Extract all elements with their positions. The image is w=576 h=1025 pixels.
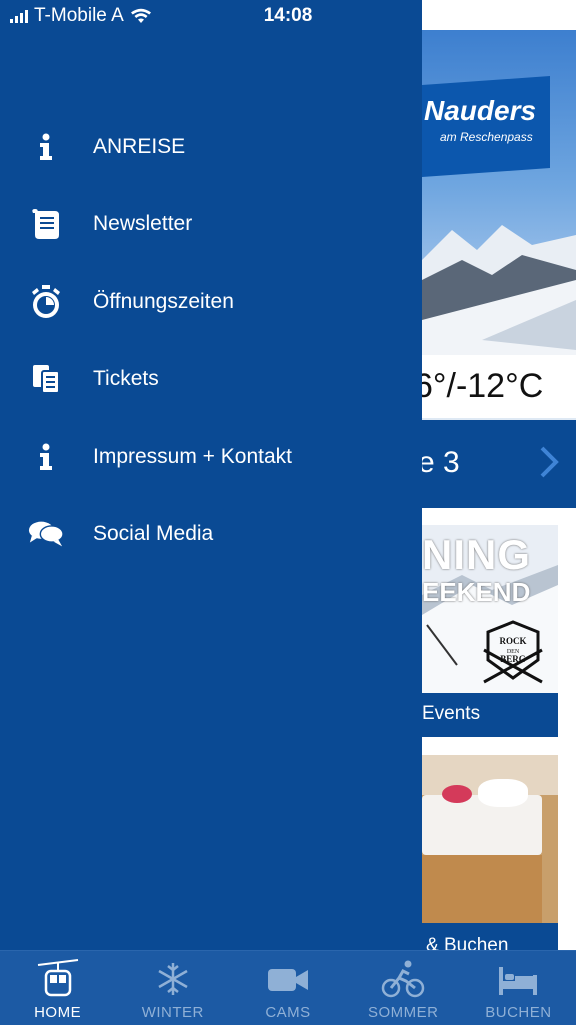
logo-subtitle: am Reschenpass <box>440 130 533 144</box>
svg-text:BERG: BERG <box>500 654 526 664</box>
bed-icon <box>499 967 538 995</box>
gondola-icon <box>37 959 78 997</box>
svg-text:ROCK: ROCK <box>500 636 527 646</box>
chevron-right-icon <box>540 446 559 478</box>
weather-box: 6°/-12°C <box>422 355 576 418</box>
events-caption-bar[interactable]: Events <box>422 693 558 737</box>
battery-percent: 96 % <box>476 5 520 26</box>
snowflake-icon <box>158 963 188 995</box>
tab-label-buchen: BUCHEN <box>485 1004 552 1021</box>
tab-bar: HOME WINTER CAMS SOMMER BUCHEN <box>0 950 576 1025</box>
info-row[interactable]: e 3 <box>422 420 576 508</box>
events-caption: Events <box>422 703 481 724</box>
logo-name: Nauders <box>424 95 537 126</box>
menu-item-newsletter[interactable]: Newsletter <box>0 186 422 264</box>
status-bar: T-Mobile A 14:08 96 % <box>0 0 576 32</box>
menu-label-anreise: ANREISE <box>93 134 186 158</box>
menu-item-tickets[interactable]: Tickets <box>0 341 422 419</box>
menu-item-anreise[interactable]: ANREISE <box>0 108 422 186</box>
chat-bubbles-icon <box>28 516 64 552</box>
stopwatch-icon <box>28 284 64 320</box>
menu-label-tickets: Tickets <box>93 367 159 391</box>
event-card-image[interactable]: NING EEKEND ROCK DEN BERG <box>422 525 558 693</box>
bed-image <box>422 795 542 855</box>
pillow-red <box>442 785 472 803</box>
pillow-white <box>478 779 528 807</box>
menu-list: ANREISE Newsletter Öffnungszeiten Ticket… <box>0 108 422 573</box>
menu-item-impressum-kontakt[interactable]: Impressum + Kontakt <box>0 418 422 496</box>
status-right: 96 % <box>429 5 569 27</box>
event-title-line2: EEKEND <box>422 577 531 607</box>
tab-label-sommer: SOMMER <box>367 1004 439 1021</box>
booking-caption-bar[interactable]: & Buchen <box>422 923 558 950</box>
event-title-line1: NING <box>422 531 531 578</box>
main-content: Nauders am Reschenpass 6°/-12°C e 3 NING… <box>422 0 576 950</box>
info-row-text: e 3 <box>422 446 460 479</box>
video-camera-icon <box>268 969 308 991</box>
hotel-card-image[interactable] <box>422 755 558 923</box>
booking-caption: & Buchen <box>426 935 509 950</box>
scroll-icon <box>28 206 64 242</box>
tab-label-winter: WINTER <box>141 1004 204 1021</box>
tickets-icon <box>28 361 64 397</box>
tab-label-home: HOME <box>34 1004 82 1021</box>
info-icon <box>28 439 64 475</box>
info-icon <box>28 129 64 165</box>
menu-item-social-media[interactable]: Social Media <box>0 496 422 574</box>
menu-label-newsletter: Newsletter <box>93 212 193 236</box>
temperature: 6°/-12°C <box>422 367 544 405</box>
tab-sommer[interactable]: SOMMER <box>346 951 461 1025</box>
side-menu: ANREISE Newsletter Öffnungszeiten Ticket… <box>0 0 422 950</box>
menu-label-oeffnungszeiten: Öffnungszeiten <box>93 289 234 313</box>
tab-buchen[interactable]: BUCHEN <box>461 951 576 1025</box>
cyclist-icon <box>381 960 425 998</box>
bed-frame <box>422 855 542 923</box>
tab-cams[interactable]: CAMS <box>230 951 345 1025</box>
menu-item-oeffnungszeiten[interactable]: Öffnungszeiten <box>0 263 422 341</box>
location-arrow-icon <box>453 9 468 23</box>
menu-label-social-media: Social Media <box>93 522 214 546</box>
tab-winter[interactable]: WINTER <box>115 951 230 1025</box>
battery-icon <box>528 6 569 26</box>
rotation-lock-icon <box>429 8 445 24</box>
tab-label-cams: CAMS <box>265 1004 311 1021</box>
rock-den-berg-logo: ROCK DEN BERG <box>483 620 543 684</box>
menu-label-impressum-kontakt: Impressum + Kontakt <box>93 444 292 468</box>
tab-home[interactable]: HOME <box>0 951 115 1025</box>
